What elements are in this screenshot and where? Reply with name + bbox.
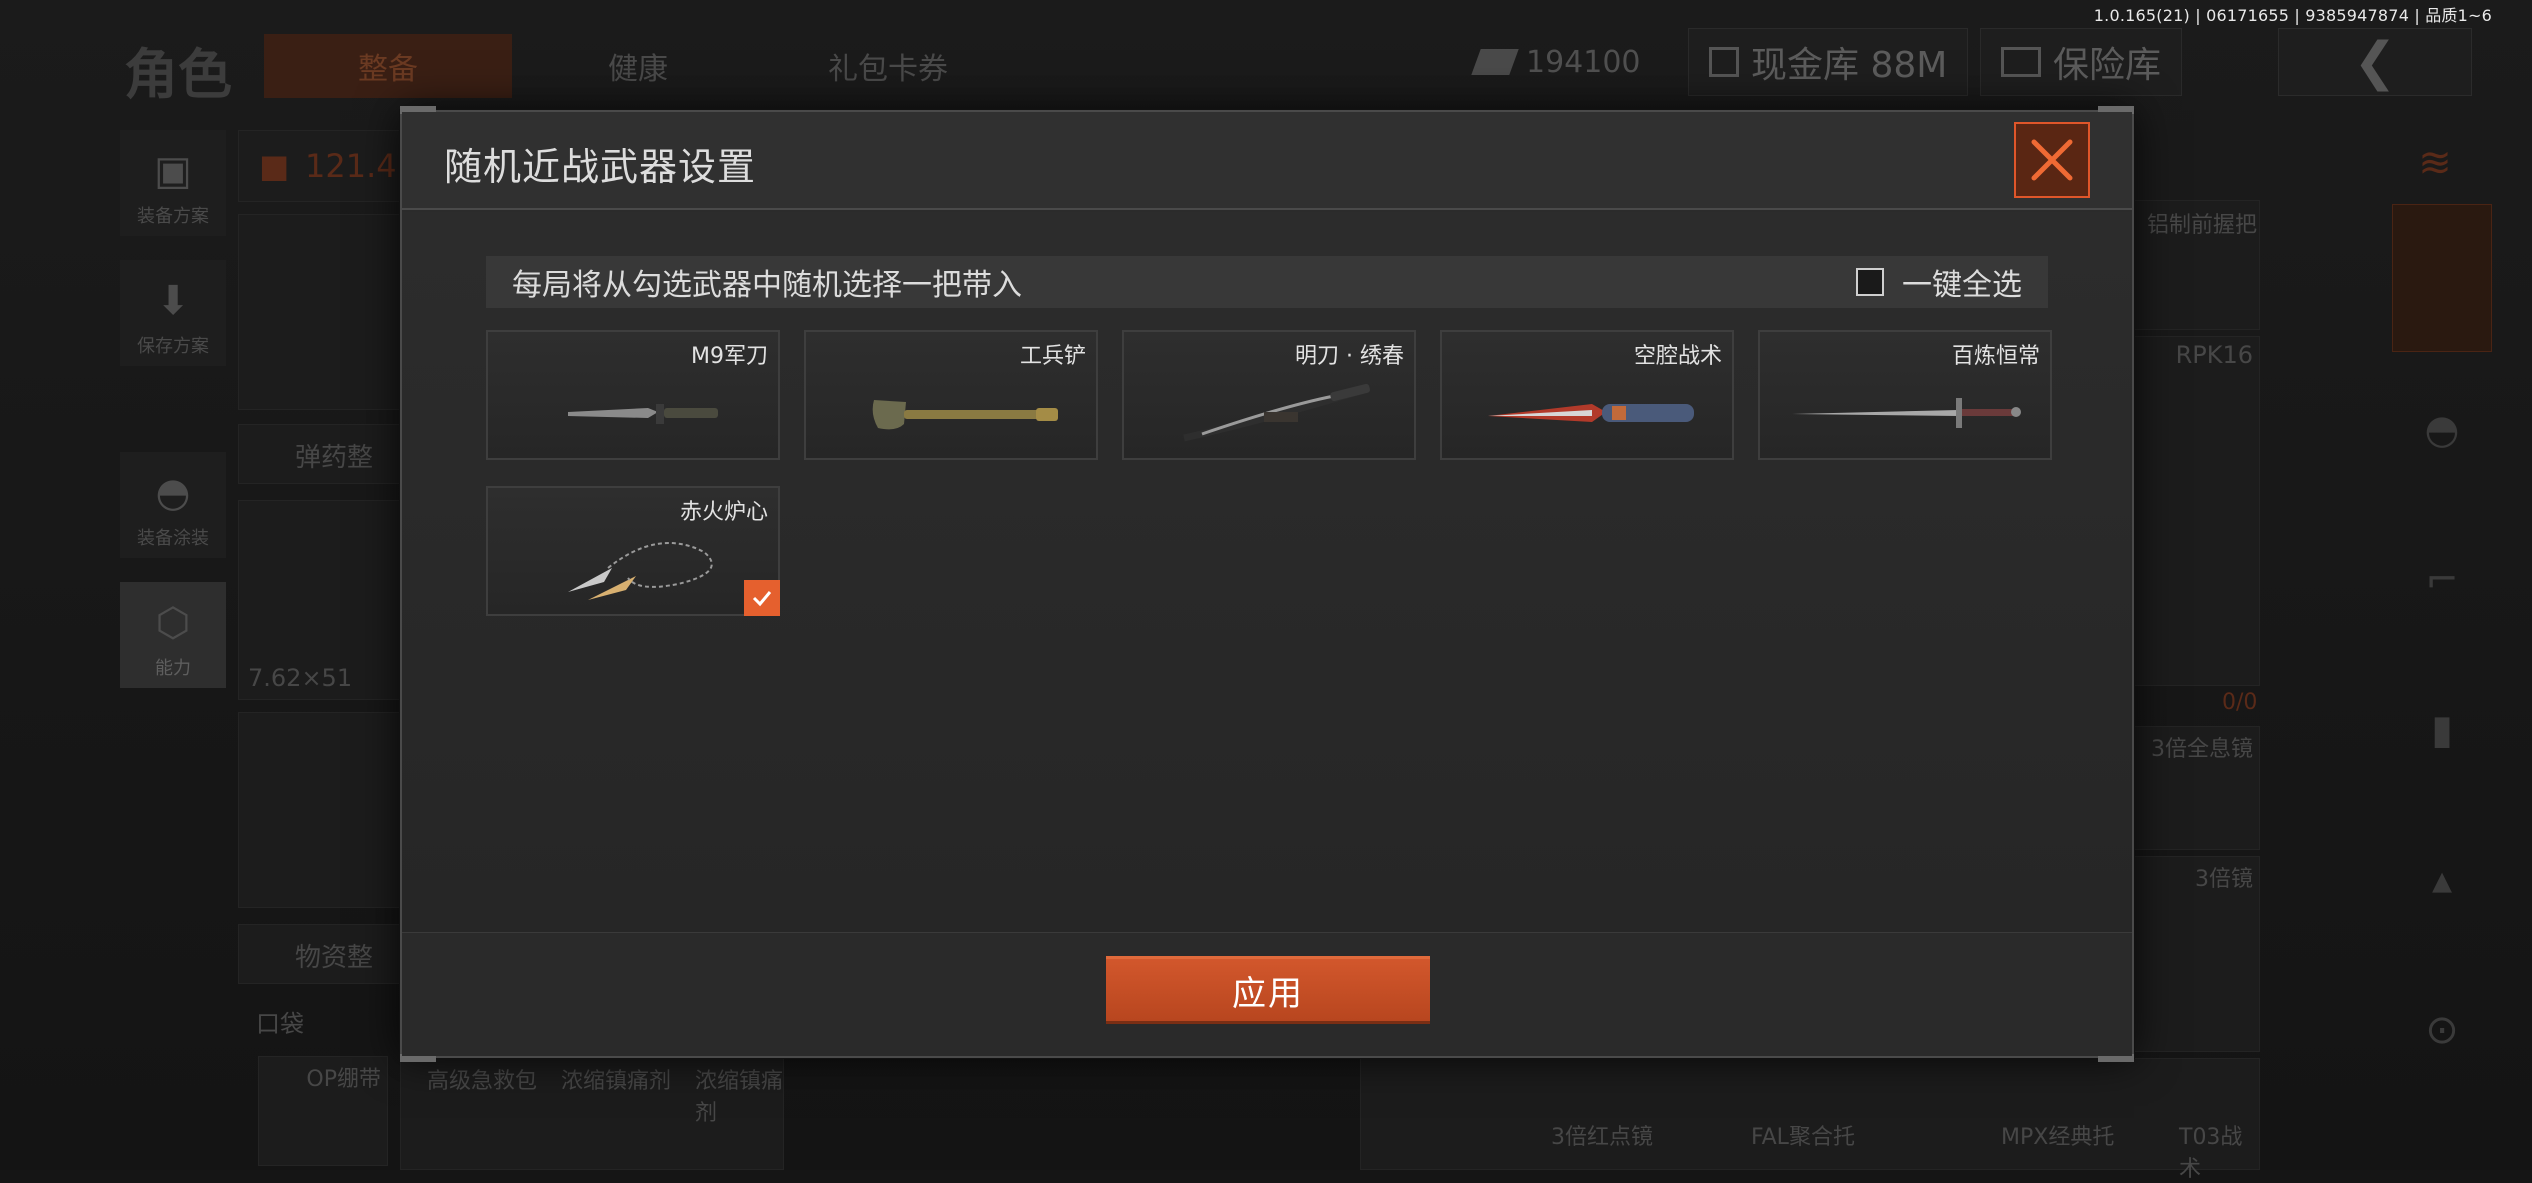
weight-panel: ■ 121.42 xyxy=(238,130,417,202)
sidebar-ability[interactable]: ⬡ 能力 xyxy=(120,582,226,688)
tab-outfit[interactable]: 整备 xyxy=(264,34,512,98)
modal-title: 随机近战武器设置 xyxy=(444,145,757,189)
cash-icon xyxy=(1471,49,1519,75)
info-bar: 每局将从勾选武器中随机选择一把带入 一键全选 xyxy=(486,256,2048,308)
tactical-blade-icon xyxy=(1488,404,1694,422)
info-text: 每局将从勾选武器中随机选择一把带入 xyxy=(512,268,1022,303)
caliber-label: 7.62×51 xyxy=(248,664,353,692)
download-icon: ⬇ xyxy=(156,278,190,324)
cash-display: 194100 xyxy=(1471,28,1641,96)
long-sword-icon xyxy=(1792,398,2021,428)
selected-checkmark[interactable] xyxy=(744,580,780,616)
select-all-checkbox[interactable] xyxy=(1856,268,1884,296)
magazine-rail-icon[interactable]: ▮ xyxy=(2392,670,2492,790)
lightning-hex-icon: ⬡ xyxy=(155,600,191,646)
supplies-section-header: 物资整 xyxy=(238,924,408,984)
safe-box-button[interactable]: 保险库 xyxy=(1980,28,2183,96)
random-melee-modal: 随机近战武器设置 每局将从勾选武器中随机选择一把带入 一键全选 M9军刀 工兵铲 xyxy=(400,106,2134,1062)
saber-icon xyxy=(1183,383,1370,442)
close-button[interactable] xyxy=(2014,122,2090,198)
cash-vault-button[interactable]: 现金库 88M xyxy=(1688,28,1969,96)
weapon-card-chain-kunai[interactable]: 赤火炉心 xyxy=(486,486,780,616)
apply-button[interactable]: 应用 xyxy=(1106,956,1430,1024)
pocket-row: 高级急救包 浓缩镇痛剂 浓缩镇痛剂 xyxy=(400,1058,784,1170)
loadout-stack-icon[interactable]: ≋ xyxy=(2392,140,2478,200)
vault-icon xyxy=(1709,47,1739,77)
version-label: 1.0.165(21) | 06171655 | 9385947874 | 品质… xyxy=(2093,6,2492,25)
scope-slot-2[interactable]: 3倍镜 xyxy=(2134,856,2260,1052)
tab-health[interactable]: 健康 xyxy=(514,34,762,98)
ammo-section-header: 弹药整 xyxy=(238,424,408,484)
page-title: 角色 xyxy=(124,43,232,106)
supply-slot[interactable] xyxy=(238,712,408,908)
sidebar-loadout[interactable]: ▣ 装备方案 xyxy=(120,130,226,236)
ammo-count: 0/0 xyxy=(2222,690,2258,715)
rail-active-tab[interactable] xyxy=(2392,204,2492,352)
helmet-icon: ◓ xyxy=(155,470,191,516)
vest-icon: ▣ xyxy=(154,148,192,194)
tab-gift[interactable]: 礼包卡券 xyxy=(764,34,1012,98)
close-icon xyxy=(2031,139,2073,181)
bayonet-knife-icon xyxy=(568,404,718,424)
back-button[interactable]: ❮ xyxy=(2278,28,2472,96)
check-icon xyxy=(752,591,772,607)
select-all-toggle[interactable]: 一键全选 xyxy=(1856,260,2022,304)
weapon-card-longsword[interactable]: 百炼恒常 xyxy=(1758,330,2052,460)
pocket-item[interactable]: OP绷带 xyxy=(258,1056,388,1166)
chain-kunai-icon xyxy=(568,542,713,600)
pocket-label: 口袋 xyxy=(256,1010,304,1038)
attachments-row: 3倍红点镜 FAL聚合托 MPX经典托 T03战术 xyxy=(1360,1058,2260,1182)
rifle-rail-icon[interactable]: ⌐ xyxy=(2392,520,2492,640)
weapon-card-shovel[interactable]: 工兵铲 xyxy=(804,330,1098,460)
scope-slot[interactable]: 3倍全息镜 xyxy=(2134,726,2260,850)
bullet-rail-icon[interactable]: ▴ xyxy=(2392,820,2492,940)
modal-header: 随机近战武器设置 xyxy=(402,112,2132,210)
helmet-rail-icon[interactable]: ◓ xyxy=(2392,370,2492,490)
weapon-card-tactical[interactable]: 空腔战术 xyxy=(1440,330,1734,460)
weapon-slot[interactable]: RPK16 xyxy=(2134,336,2260,686)
weapon-card-m9[interactable]: M9军刀 xyxy=(486,330,780,460)
chevron-left-icon: ❮ xyxy=(2353,32,2397,92)
weapon-card-saber[interactable]: 明刀 · 绣春 xyxy=(1122,330,1416,460)
shovel-icon xyxy=(872,400,1058,430)
attachment-slot[interactable]: 铝制前握把 xyxy=(2134,200,2260,330)
gear-slot[interactable] xyxy=(238,214,408,410)
select-all-label: 一键全选 xyxy=(1902,268,2022,303)
backpack-icon: ■ xyxy=(259,147,290,185)
safe-icon xyxy=(2001,47,2041,77)
sight-rail-icon[interactable]: ⊙ xyxy=(2392,970,2492,1090)
sidebar-save[interactable]: ⬇ 保存方案 xyxy=(120,260,226,366)
sidebar-skin[interactable]: ◓ 装备涂装 xyxy=(120,452,226,558)
